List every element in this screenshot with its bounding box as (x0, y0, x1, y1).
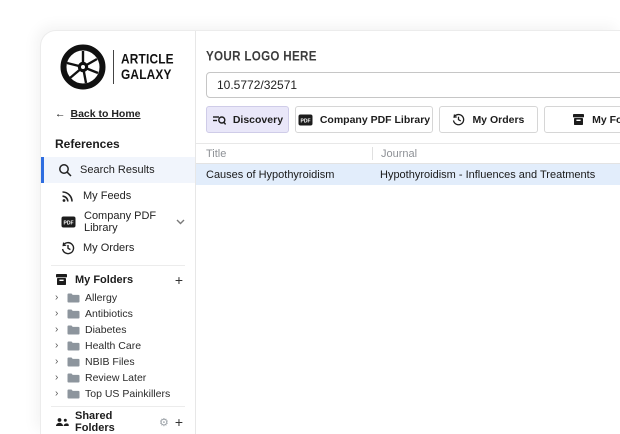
folder-icon (67, 293, 80, 303)
sidebar: ARTICLE GALAXY ← Back to Home References… (41, 31, 196, 434)
brand-name: ARTICLE GALAXY (120, 50, 174, 82)
caret-right-icon[interactable]: › (55, 293, 62, 303)
history-icon (61, 241, 75, 255)
pdf-icon: PDF (298, 114, 313, 126)
folder-label: Review Later (85, 372, 147, 385)
sidebar-item-label: Company PDF Library (84, 209, 157, 234)
doi-search-input[interactable] (206, 72, 620, 98)
tab-my-folders[interactable]: My Folders (543, 106, 620, 133)
chevron-down-icon[interactable] (176, 219, 185, 225)
caret-right-icon[interactable]: › (55, 341, 62, 351)
folder-label: Diabetes (85, 324, 127, 337)
folder-item-top-us-painkillers[interactable]: › Top US Painkillers (41, 386, 195, 402)
table-header: Title Journal (196, 143, 620, 164)
folder-label: Antibiotics (85, 308, 133, 321)
tab-my-orders[interactable]: My Orders (439, 106, 538, 133)
sidebar-item-label: My Orders (83, 241, 135, 254)
pdf-icon: PDF (61, 216, 76, 228)
cell-journal: Hypothyroidism - Influences and Treatmen… (380, 168, 596, 181)
svg-text:PDF: PDF (300, 118, 310, 124)
sidebar-divider (51, 264, 185, 266)
back-to-home-label: Back to Home (70, 108, 141, 121)
my-folders-header[interactable]: My Folders + (41, 270, 195, 291)
folder-icon (67, 389, 80, 399)
tab-label: My Folders (592, 113, 620, 126)
rss-icon (61, 189, 75, 203)
customer-logo-placeholder: YOUR LOGO HERE (206, 48, 317, 64)
sidebar-item-label: My Feeds (83, 189, 132, 202)
cell-title: Causes of Hypothyroidism (206, 168, 335, 181)
search-icon (58, 163, 72, 177)
folder-item-allergy[interactable]: › Allergy (41, 290, 195, 306)
users-icon (55, 417, 69, 427)
folder-icon (67, 341, 80, 351)
sidebar-item-company-pdf-library[interactable]: PDF Company PDF Library (41, 209, 195, 235)
folder-label: Top US Painkillers (85, 388, 171, 401)
folder-label: Allergy (85, 292, 118, 305)
shared-folders-label: Shared Folders (75, 410, 115, 434)
back-to-home-link[interactable]: ← Back to Home (55, 108, 195, 121)
my-folders-label: My Folders (75, 273, 134, 286)
folder-icon (67, 373, 80, 383)
sidebar-item-my-orders[interactable]: My Orders (41, 235, 195, 261)
references-heading: References (55, 136, 120, 151)
svg-text:PDF: PDF (64, 220, 74, 226)
add-shared-folder-button[interactable]: + (175, 415, 183, 429)
archive-box-icon (572, 113, 585, 126)
folder-icon (67, 357, 80, 367)
main-content: YOUR LOGO HERE Discovery (196, 31, 620, 434)
sidebar-item-my-feeds[interactable]: My Feeds (41, 183, 195, 209)
galaxy-logo-icon (60, 44, 106, 90)
sidebar-item-search-results[interactable]: Search Results (41, 156, 195, 183)
folder-item-review-later[interactable]: › Review Later (41, 370, 195, 386)
sidebar-divider (51, 406, 185, 407)
folder-icon (67, 325, 80, 335)
sidebar-item-label: Search Results (80, 163, 155, 176)
shared-folders-header[interactable]: Shared Folders ⚙ + (41, 410, 195, 434)
filter-search-icon (212, 114, 226, 126)
gear-icon[interactable]: ⚙ (159, 416, 169, 429)
caret-right-icon[interactable]: › (55, 373, 62, 383)
tab-label: Discovery (232, 113, 284, 126)
archive-box-icon (55, 273, 68, 286)
page: ARTICLE GALAXY ← Back to Home References… (0, 0, 620, 434)
folder-item-health-care[interactable]: › Health Care (41, 338, 195, 354)
main-tabs: Discovery PDF Company PDF Library My Ord… (206, 106, 620, 133)
tab-company-pdf-library[interactable]: PDF Company PDF Library (294, 106, 434, 133)
caret-right-icon[interactable]: › (55, 357, 62, 367)
folder-label: NBIB Files (85, 356, 135, 369)
history-icon (452, 113, 465, 126)
brand-logo: ARTICLE GALAXY (41, 43, 195, 92)
folder-item-antibiotics[interactable]: › Antibiotics (41, 306, 195, 322)
folder-list: › Allergy › Antibiotics › Diabetes › Hea… (41, 290, 195, 402)
tab-label: Company PDF Library (319, 113, 431, 126)
table-row[interactable]: Causes of Hypothyroidism Hypothyroidism … (196, 164, 620, 185)
column-header-title[interactable]: Title (196, 148, 372, 160)
app-window: ARTICLE GALAXY ← Back to Home References… (40, 30, 620, 434)
folder-icon (67, 309, 80, 319)
sidebar-nav: Search Results My Feeds PDF Company PDF … (41, 156, 195, 261)
brand-divider (112, 50, 114, 85)
results-table: Title Journal Causes of Hypothyroidism H… (196, 143, 620, 185)
tab-discovery[interactable]: Discovery (206, 106, 289, 133)
folder-label: Health Care (85, 340, 142, 353)
arrow-left-icon: ← (55, 108, 66, 121)
tab-label: My Orders (472, 113, 525, 126)
column-header-journal[interactable]: Journal (372, 147, 620, 160)
caret-right-icon[interactable]: › (55, 309, 62, 319)
folder-item-diabetes[interactable]: › Diabetes (41, 322, 195, 338)
folder-item-nbib-files[interactable]: › NBIB Files (41, 354, 195, 370)
caret-right-icon[interactable]: › (55, 325, 62, 335)
add-folder-button[interactable]: + (175, 273, 183, 287)
caret-right-icon[interactable]: › (55, 389, 62, 399)
